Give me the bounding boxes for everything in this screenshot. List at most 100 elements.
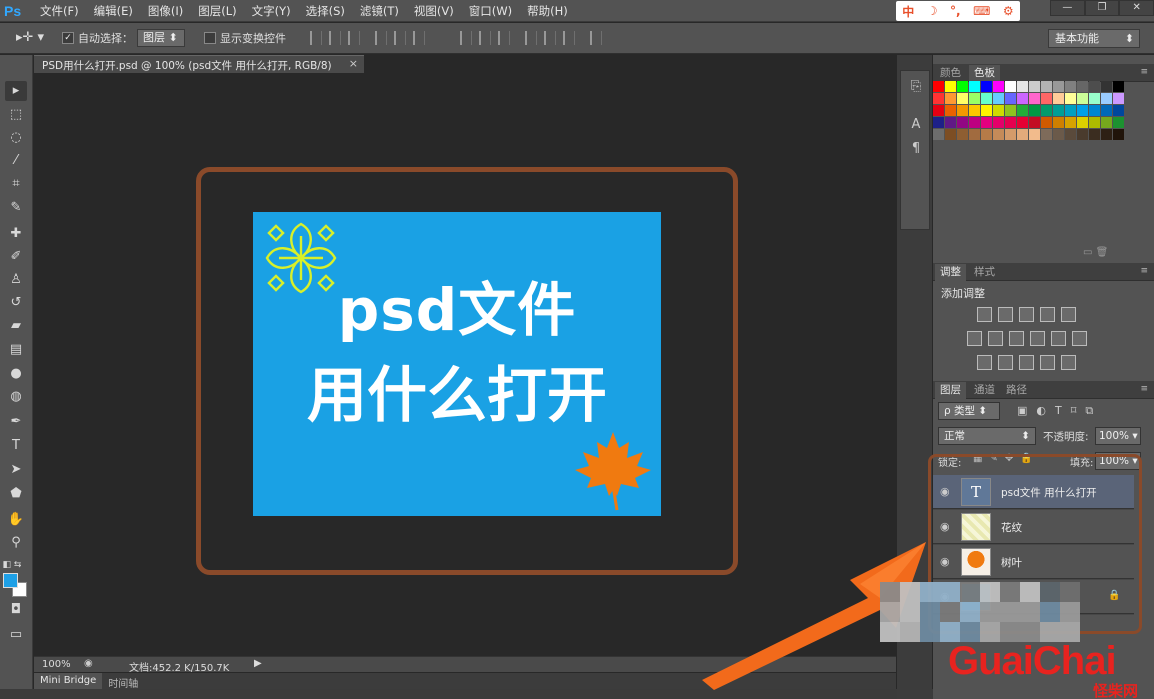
menu-help[interactable]: 帮助(H): [527, 0, 568, 22]
tab-layers[interactable]: 图层: [935, 382, 966, 399]
tab-channels[interactable]: 通道: [969, 382, 1000, 399]
color-swatch[interactable]: [1041, 129, 1052, 140]
ime-chinese-mode[interactable]: 中: [902, 3, 914, 20]
panel-menu-icon[interactable]: ≡: [1140, 67, 1148, 77]
auto-select-option[interactable]: ✓ 自动选择：: [62, 30, 133, 46]
type-filter-icon[interactable]: T: [1055, 404, 1062, 418]
color-swatch[interactable]: [1101, 105, 1112, 116]
menu-edit[interactable]: 编辑(E): [94, 0, 133, 22]
color-swatch[interactable]: [945, 117, 956, 128]
color-swatch[interactable]: [1041, 105, 1052, 116]
color-swatch[interactable]: [1017, 93, 1028, 104]
opacity-input[interactable]: 100% ▾: [1095, 427, 1141, 445]
color-swatch[interactable]: [957, 129, 968, 140]
tab-mini-bridge[interactable]: Mini Bridge: [34, 673, 103, 689]
screen-mode-icon[interactable]: ▭: [5, 625, 27, 645]
tab-swatches[interactable]: 色板: [969, 65, 1000, 82]
dodge-tool-icon[interactable]: ◍: [5, 387, 27, 407]
color-swatch[interactable]: [1005, 105, 1016, 116]
eraser-tool-icon[interactable]: ▰: [5, 316, 27, 336]
color-swatch[interactable]: [1017, 129, 1028, 140]
color-swatch[interactable]: [945, 81, 956, 92]
brightness-icon[interactable]: [977, 307, 992, 322]
color-swatch[interactable]: [993, 105, 1004, 116]
shape-filter-icon[interactable]: ⌑: [1071, 404, 1077, 418]
align-vcenter-icon[interactable]: [329, 31, 341, 45]
tab-color[interactable]: 颜色: [935, 65, 966, 82]
color-swatch[interactable]: [957, 105, 968, 116]
gear-icon[interactable]: ⚙: [1003, 4, 1014, 18]
panel-menu-icon[interactable]: ≡: [1140, 266, 1148, 276]
move-tool-icon[interactable]: ▸: [5, 81, 27, 101]
history-panel-icon[interactable]: ⎘: [907, 79, 925, 97]
color-swatch[interactable]: [1101, 117, 1112, 128]
color-swatch[interactable]: [945, 129, 956, 140]
adjustment-filter-icon[interactable]: ◐: [1036, 404, 1046, 418]
color-swatch[interactable]: [1041, 117, 1052, 128]
color-swatch[interactable]: [1077, 117, 1088, 128]
color-swatch[interactable]: [1077, 93, 1088, 104]
move-tool-preset-icon[interactable]: ▸✛ ▾: [16, 30, 44, 45]
menu-image[interactable]: 图像(I): [148, 0, 183, 22]
color-swatch[interactable]: [1029, 129, 1040, 140]
auto-select-target-dropdown[interactable]: 图层 ⬍: [137, 29, 185, 47]
path-select-tool-icon[interactable]: ➤: [5, 460, 27, 480]
color-swatch[interactable]: [1065, 81, 1076, 92]
align-top-icon[interactable]: [310, 31, 322, 45]
show-transform-option[interactable]: 显示变换控件: [204, 30, 286, 46]
align-bottom-icon[interactable]: [348, 31, 360, 45]
lasso-tool-icon[interactable]: ◌: [5, 128, 27, 148]
tab-adjustments[interactable]: 调整: [935, 264, 966, 281]
menu-layer[interactable]: 图层(L): [198, 0, 236, 22]
color-swatch[interactable]: [969, 105, 980, 116]
color-balance-icon[interactable]: [988, 331, 1003, 346]
color-swatch[interactable]: [957, 81, 968, 92]
gradient-map-icon[interactable]: [1061, 355, 1076, 370]
color-swatch[interactable]: [1089, 93, 1100, 104]
color-swatch[interactable]: [1065, 117, 1076, 128]
levels-icon[interactable]: [998, 307, 1013, 322]
distribute-vcenter-icon[interactable]: [479, 31, 491, 45]
color-swatch[interactable]: [1077, 129, 1088, 140]
menu-window[interactable]: 窗口(W): [469, 0, 512, 22]
color-swatch[interactable]: [1053, 93, 1064, 104]
color-swatch[interactable]: [993, 81, 1004, 92]
blur-tool-icon[interactable]: ●: [5, 364, 27, 384]
color-swatch[interactable]: [945, 93, 956, 104]
color-swatch[interactable]: [981, 93, 992, 104]
zoom-level[interactable]: 100%: [42, 659, 71, 670]
color-swatch[interactable]: [993, 117, 1004, 128]
align-left-icon[interactable]: [375, 31, 387, 45]
image-filter-icon[interactable]: ▣: [1017, 404, 1027, 418]
color-swatch[interactable]: [981, 129, 992, 140]
color-lookup-icon[interactable]: [1072, 331, 1087, 346]
color-swatch[interactable]: [981, 81, 992, 92]
panel-menu-icon[interactable]: ≡: [1140, 384, 1148, 394]
crop-tool-icon[interactable]: ⌗: [5, 174, 27, 194]
color-swatch[interactable]: [933, 105, 944, 116]
color-swatch[interactable]: [1089, 81, 1100, 92]
color-swatch[interactable]: [1101, 93, 1112, 104]
type-tool-icon[interactable]: T: [5, 436, 27, 456]
exposure-icon[interactable]: [1040, 307, 1055, 322]
menu-view[interactable]: 视图(V): [414, 0, 454, 22]
pen-tool-icon[interactable]: ✒: [5, 412, 27, 432]
color-swatch[interactable]: [1053, 129, 1064, 140]
character-panel-icon[interactable]: A: [907, 117, 925, 135]
vibrance-icon[interactable]: [1061, 307, 1076, 322]
restore-button[interactable]: ❐: [1084, 0, 1120, 16]
color-swatch[interactable]: [1029, 93, 1040, 104]
distribute-bottom-icon[interactable]: [498, 31, 510, 45]
punctuation-icon[interactable]: °,: [950, 4, 961, 18]
color-swatch[interactable]: [1053, 117, 1064, 128]
color-swatch[interactable]: [1029, 117, 1040, 128]
color-swatch[interactable]: [1113, 105, 1124, 116]
color-swatch[interactable]: [945, 105, 956, 116]
color-swatch[interactable]: [1005, 129, 1016, 140]
color-swatch[interactable]: [969, 81, 980, 92]
document-tab[interactable]: PSD用什么打开.psd @ 100% (psd文件 用什么打开, RGB/8)…: [34, 55, 364, 73]
color-swatch[interactable]: [1113, 93, 1124, 104]
status-info-icon[interactable]: ◉: [84, 658, 93, 669]
align-hcenter-icon[interactable]: [394, 31, 406, 45]
tab-timeline[interactable]: 时间轴: [102, 673, 144, 690]
